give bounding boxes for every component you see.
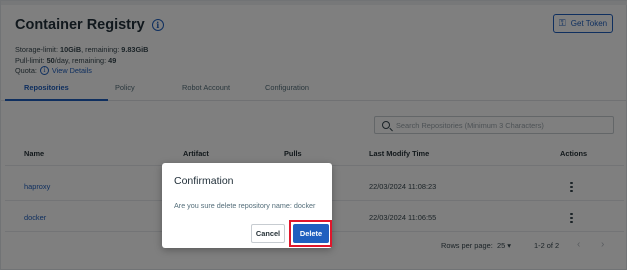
dialog-message: Are you sure delete repository name: doc… (174, 201, 316, 210)
cancel-button[interactable]: Cancel (251, 224, 285, 243)
delete-button-highlight (289, 220, 332, 247)
dialog-title: Confirmation (174, 175, 234, 187)
